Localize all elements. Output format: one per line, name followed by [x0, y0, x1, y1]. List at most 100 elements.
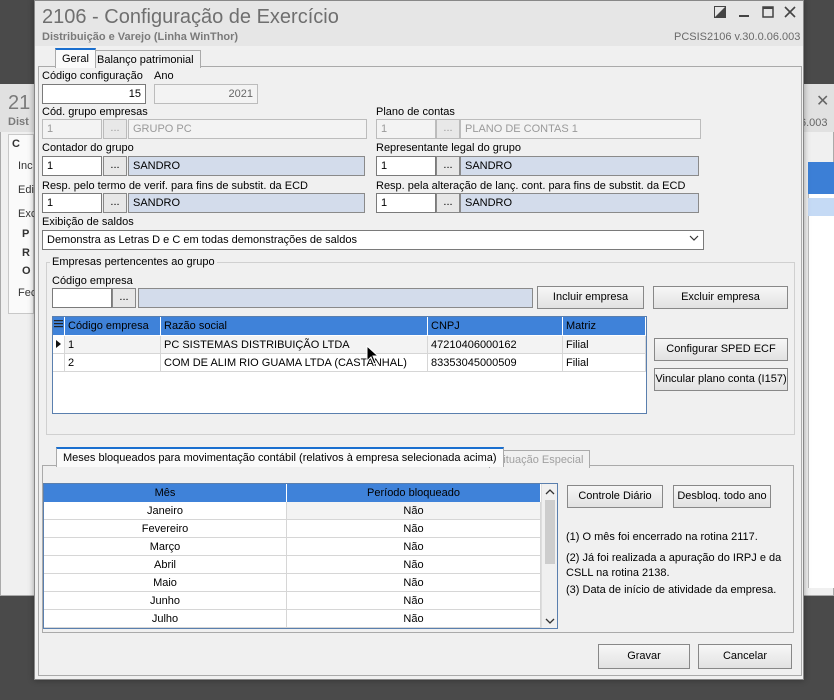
meses-grid: Mês Período bloqueado Janeiro Não Fevere… — [43, 483, 558, 629]
minimize-icon[interactable] — [736, 6, 752, 22]
cell-matriz: Filial — [563, 354, 646, 372]
incluir-empresa-button[interactable]: Incluir empresa — [537, 286, 644, 309]
tab-balanco-patrimonial[interactable]: Balanço patrimonial — [90, 50, 201, 68]
desbloquear-todo-ano-button[interactable]: Desbloq. todo ano — [673, 485, 771, 508]
version-label: PCSIS2106 v.30.0.06.003 — [674, 31, 801, 43]
table-row[interactable]: Junho Não — [44, 592, 541, 610]
chevron-down-icon[interactable] — [689, 233, 699, 246]
cell-periodo-bloqueado[interactable]: Não — [287, 502, 541, 520]
table-row[interactable]: Março Não — [44, 538, 541, 556]
meses-scrollbar[interactable] — [541, 484, 557, 628]
cell-codigo: 1 — [65, 336, 161, 354]
exibicao-saldos-value: Demonstra as Letras D e C em todas demon… — [47, 234, 357, 246]
table-row[interactable]: Maio Não — [44, 574, 541, 592]
cell-periodo-bloqueado[interactable]: Não — [287, 592, 541, 610]
tab-geral[interactable]: Geral — [55, 48, 96, 68]
excluir-empresa-button[interactable]: Excluir empresa — [653, 286, 788, 309]
table-row[interactable]: Julho Não — [44, 610, 541, 628]
codigo-empresa-label: Código empresa — [52, 275, 133, 287]
ano-input[interactable]: 2021 — [154, 84, 258, 104]
plano-contas-code-input[interactable]: 1 — [376, 119, 436, 139]
resp-alteracao-lookup-button[interactable]: ... — [436, 193, 460, 213]
plano-contas-label: Plano de contas — [376, 106, 455, 118]
table-row[interactable]: Fevereiro Não — [44, 520, 541, 538]
meses-grid-header: Mês Período bloqueado — [44, 484, 541, 502]
vincular-plano-conta-button[interactable]: Vincular plano conta (I157) — [654, 368, 788, 391]
cell-matriz: Filial — [563, 336, 646, 354]
table-row[interactable]: 2 COM DE ALIM RIO GUAMA LTDA (CASTANHAL)… — [53, 354, 646, 372]
background-table — [808, 162, 834, 588]
table-row[interactable]: 1 PC SISTEMAS DISTRIBUIÇÃO LTDA 47210406… — [53, 336, 646, 354]
empresa-name — [138, 288, 533, 308]
tab-situacao-especial[interactable]: Situação Especial — [489, 450, 591, 468]
controle-diario-button[interactable]: Controle Diário — [567, 485, 663, 508]
cell-razao-social: PC SISTEMAS DISTRIBUIÇÃO LTDA — [161, 336, 428, 354]
codigo-empresa-input[interactable] — [52, 288, 112, 308]
grupo-empresas-label: Cód. grupo empresas — [42, 106, 148, 118]
chevron-up-icon[interactable] — [545, 487, 555, 499]
column-matriz[interactable]: Matriz — [563, 317, 646, 335]
note-2: (2) Já foi realizada a apuração do IRPJ … — [566, 552, 782, 579]
column-codigo-empresa[interactable]: Código empresa — [65, 317, 161, 335]
cell-periodo-bloqueado[interactable]: Não — [287, 538, 541, 556]
codigo-empresa-lookup-button[interactable]: ... — [112, 288, 136, 308]
grupo-empresas-lookup-button[interactable]: ... — [103, 119, 127, 139]
maximize-icon[interactable] — [760, 6, 776, 22]
resp-termo-code-input[interactable]: 1 — [42, 193, 102, 213]
close-icon[interactable] — [782, 6, 798, 22]
column-periodo-bloqueado[interactable]: Período bloqueado — [287, 484, 541, 502]
background-window-subtitle: Dist — [8, 116, 29, 128]
restore-icon[interactable] — [712, 6, 728, 22]
background-table-header — [808, 162, 834, 194]
plano-contas-lookup-button[interactable]: ... — [436, 119, 460, 139]
grupo-empresas-code-input[interactable]: 1 — [42, 119, 102, 139]
codigo-configuracao-input[interactable]: 15 — [42, 84, 146, 104]
cell-periodo-bloqueado[interactable]: Não — [287, 610, 541, 628]
cell-mes: Julho — [44, 610, 287, 628]
resp-termo-lookup-button[interactable]: ... — [103, 193, 127, 213]
representante-code-input[interactable]: 1 — [376, 156, 436, 176]
chevron-down-icon[interactable] — [545, 616, 555, 628]
cell-periodo-bloqueado[interactable]: Não — [287, 574, 541, 592]
resp-alteracao-name: SANDRO — [460, 193, 699, 213]
representante-lookup-button[interactable]: ... — [436, 156, 460, 176]
note-3: (3) Data de início de atividade da empre… — [566, 584, 777, 596]
configurar-sped-ecf-button[interactable]: Configurar SPED ECF — [654, 338, 788, 361]
representante-name: SANDRO — [460, 156, 699, 176]
background-close-icon[interactable]: ✕ — [816, 91, 829, 111]
resp-termo-name: SANDRO — [128, 193, 365, 213]
background-version: 6.003 — [800, 117, 828, 129]
cell-periodo-bloqueado[interactable]: Não — [287, 556, 541, 574]
empresas-grid-header: Código empresa Razão social CNPJ Matriz — [53, 317, 646, 335]
column-razao-social[interactable]: Razão social — [161, 317, 428, 335]
cancelar-button[interactable]: Cancelar — [698, 644, 792, 669]
background-item[interactable]: P — [22, 228, 29, 240]
column-cnpj[interactable]: CNPJ — [428, 317, 563, 335]
ano-label: Ano — [154, 70, 174, 82]
contador-grupo-label: Contador do grupo — [42, 142, 134, 154]
table-row[interactable]: Abril Não — [44, 556, 541, 574]
cell-periodo-bloqueado[interactable]: Não — [287, 520, 541, 538]
background-item[interactable]: Edi — [18, 184, 34, 196]
gravar-button[interactable]: Gravar — [598, 644, 690, 669]
table-row[interactable]: Janeiro Não — [44, 502, 541, 520]
background-table-selected-row — [808, 198, 834, 216]
cell-razao-social: COM DE ALIM RIO GUAMA LTDA (CASTANHAL) — [161, 354, 428, 372]
resp-alteracao-code-input[interactable]: 1 — [376, 193, 436, 213]
background-item[interactable]: Inc — [18, 160, 33, 172]
column-mes[interactable]: Mês — [44, 484, 287, 502]
contador-code-input[interactable]: 1 — [42, 156, 102, 176]
window-subtitle: Distribuição e Varejo (Linha WinThor) — [42, 31, 239, 43]
cell-codigo: 2 — [65, 354, 161, 372]
background-item[interactable]: R — [22, 247, 30, 259]
tab-meses-bloqueados[interactable]: Meses bloqueados para movimentação contá… — [56, 447, 504, 467]
cell-mes: Abril — [44, 556, 287, 574]
cell-mes: Março — [44, 538, 287, 556]
grid-menu-icon[interactable] — [53, 317, 65, 335]
cell-cnpj: 83353045000509 — [428, 354, 563, 372]
contador-lookup-button[interactable]: ... — [103, 156, 127, 176]
row-indicator — [53, 354, 65, 372]
grupo-empresas-name: GRUPO PC — [128, 119, 367, 139]
scrollbar-thumb[interactable] — [545, 500, 555, 564]
exibicao-saldos-select[interactable]: Demonstra as Letras D e C em todas demon… — [42, 230, 704, 250]
